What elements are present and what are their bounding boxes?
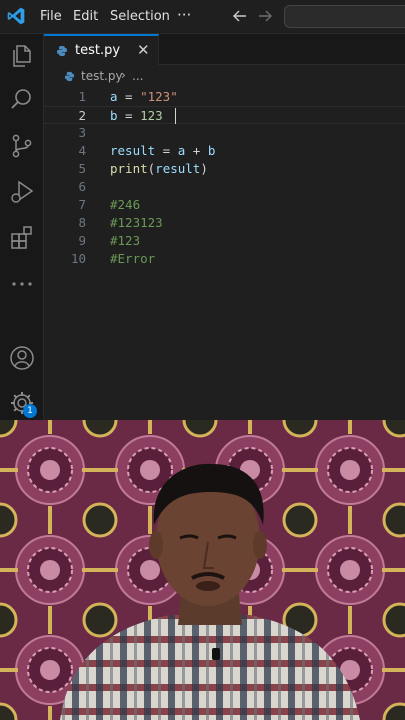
line-number: 8: [78, 215, 86, 230]
code-text[interactable]: result = a + b: [110, 142, 215, 160]
tab-test-py[interactable]: test.py ✕: [44, 34, 159, 65]
python-file-icon: [57, 46, 67, 56]
code-line[interactable]: 6: [44, 178, 405, 196]
back-arrow-icon[interactable]: [231, 7, 249, 25]
line-number: 10: [70, 251, 86, 266]
code-token: +: [185, 143, 208, 158]
explorer-icon[interactable]: [9, 43, 35, 69]
menu-more-icon[interactable]: ···: [177, 6, 191, 24]
close-icon[interactable]: ✕: [137, 41, 150, 59]
breadcrumb-file[interactable]: test.py: [81, 69, 123, 83]
menu-selection[interactable]: Selection: [110, 9, 170, 24]
line-number: 9: [78, 233, 86, 248]
code-token: =: [117, 89, 141, 104]
source-control-icon[interactable]: [9, 133, 35, 159]
code-token: "123": [140, 89, 178, 104]
line-number: 1: [78, 89, 86, 104]
code-token: #246: [110, 197, 141, 212]
command-center-search[interactable]: [284, 5, 405, 28]
text-cursor: [175, 108, 176, 124]
code-token: result: [110, 143, 156, 158]
tab-bar: test.py ✕: [44, 34, 405, 65]
extensions-icon[interactable]: [9, 225, 35, 251]
code-line[interactable]: 7 #246: [44, 196, 405, 214]
vscode-logo-icon: [7, 7, 25, 25]
code-token: #123: [110, 233, 141, 248]
code-token: result: [155, 161, 201, 176]
presenter-webcam-video: [0, 420, 405, 720]
line-number: 4: [78, 143, 86, 158]
line-number: 5: [78, 161, 86, 176]
code-line[interactable]: 2 b = 123: [44, 106, 405, 124]
code-token: a: [110, 89, 118, 104]
code-line[interactable]: 1 a = "123": [44, 88, 405, 106]
line-number: 7: [78, 197, 86, 212]
code-token: =: [155, 143, 178, 158]
python-file-icon: [64, 71, 75, 82]
menu-edit[interactable]: Edit: [73, 9, 98, 24]
code-token: ): [200, 161, 208, 176]
code-token: #123123: [110, 215, 163, 230]
title-bar: File Edit Selection ···: [0, 0, 405, 34]
breadcrumb-separator: ›: [121, 68, 126, 82]
code-line[interactable]: 9 #123: [44, 232, 405, 250]
code-text[interactable]: a = "123": [110, 88, 178, 106]
run-debug-icon[interactable]: [9, 179, 35, 205]
settings-badge: 1: [23, 404, 37, 418]
code-token: print: [110, 161, 148, 176]
code-editor[interactable]: 1 a = "123" 2 b = 123 3 4 result = a + b 5 print…: [44, 86, 405, 420]
forward-arrow-icon[interactable]: [256, 7, 274, 25]
breadcrumb: test.py › ...: [44, 66, 405, 86]
account-icon[interactable]: [9, 345, 35, 371]
code-line[interactable]: 4 result = a + b: [44, 142, 405, 160]
line-number: 6: [78, 179, 86, 194]
code-token: =: [117, 108, 141, 123]
code-text[interactable]: b = 123: [110, 107, 163, 125]
search-icon[interactable]: [9, 87, 35, 113]
code-text[interactable]: print(result): [110, 160, 208, 178]
tab-label: test.py: [75, 43, 121, 58]
line-number: 2: [78, 108, 86, 123]
code-text[interactable]: #246: [110, 196, 140, 214]
line-number: 3: [78, 125, 86, 140]
code-token: b: [110, 108, 118, 123]
code-line[interactable]: 5 print(result): [44, 160, 405, 178]
code-text[interactable]: #Error: [110, 250, 155, 268]
activity-bar: 1: [0, 34, 44, 420]
menu-file[interactable]: File: [40, 9, 62, 24]
code-token: b: [207, 143, 216, 158]
code-line[interactable]: 8 #123123: [44, 214, 405, 232]
breadcrumb-more[interactable]: ...: [132, 69, 143, 83]
more-icon[interactable]: [9, 271, 35, 297]
code-line[interactable]: 3: [44, 124, 405, 142]
code-text[interactable]: #123: [110, 232, 140, 250]
code-token: 123: [140, 108, 163, 123]
code-text[interactable]: #123123: [110, 214, 163, 232]
code-token: #Error: [110, 251, 156, 266]
code-line[interactable]: 10 #Error: [44, 250, 405, 268]
